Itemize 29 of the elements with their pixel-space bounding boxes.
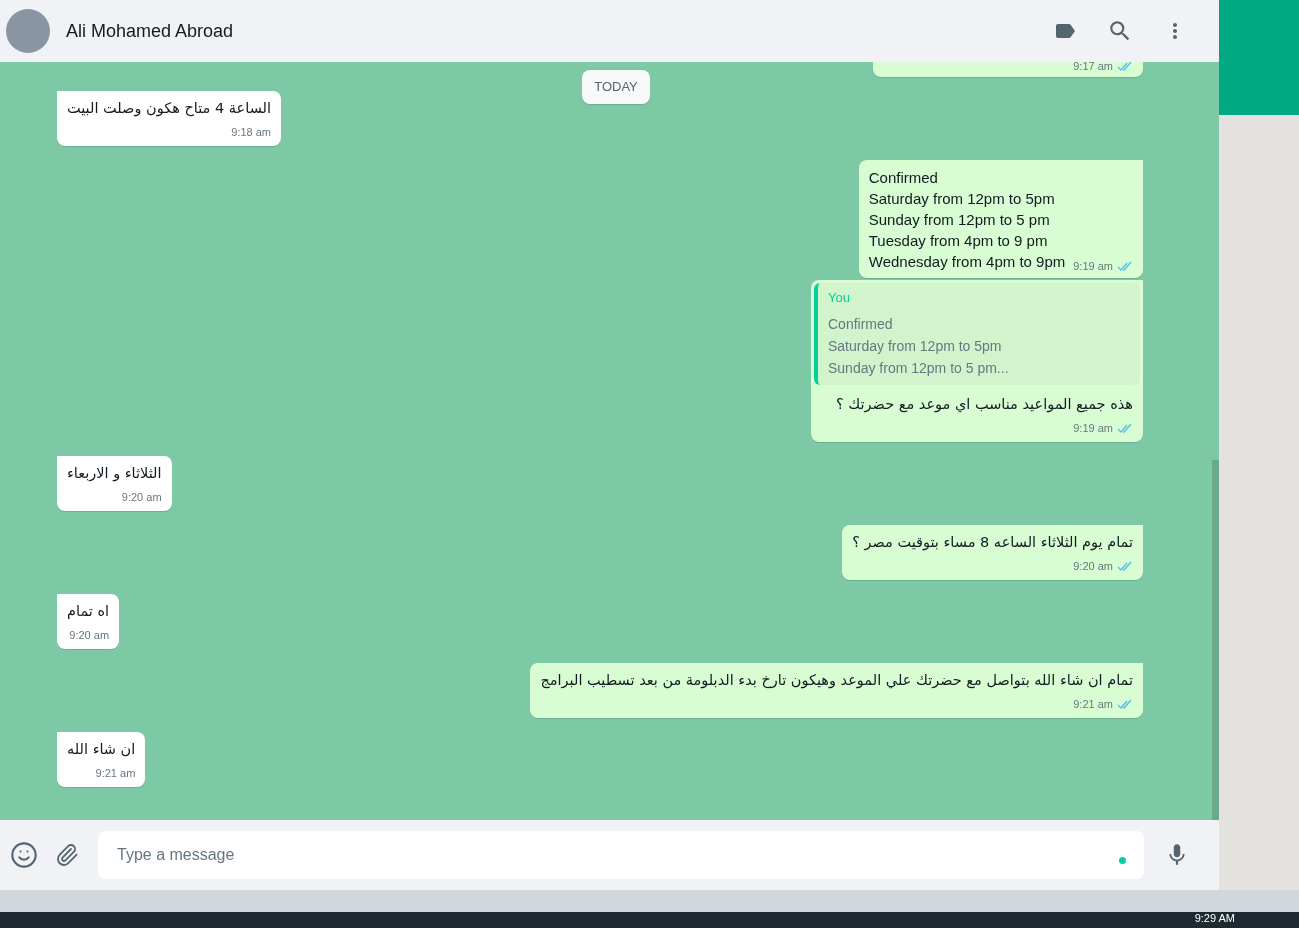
message-time: 9:21 am bbox=[1073, 697, 1113, 712]
message-time: 9:20 am bbox=[69, 628, 110, 643]
quoted-message[interactable]: You Confirmed Saturday from 12pm to 5pm Sunday from 12pm to 5 pm... bbox=[814, 283, 1140, 385]
contact-name[interactable]: Ali Mohamed Abroad bbox=[66, 17, 234, 45]
paperclip-icon[interactable] bbox=[55, 843, 79, 867]
emoji-icon[interactable] bbox=[10, 841, 38, 869]
message-text: هذه جميع المواعيد مناسب اي موعد مع حضرتك ؟ bbox=[836, 395, 1133, 415]
scrollbar-thumb[interactable] bbox=[1212, 460, 1219, 820]
message-text: Confirmed Saturday from 12pm to 5pm Sunday from 12pm to 5 pm Tuesday from 4pm to 9 pm Wednesday from 4pm to 9pm bbox=[868, 168, 1066, 272]
message-time: 9:18 am bbox=[231, 125, 272, 140]
taskbar-clock[interactable]: 9:29 AM bbox=[1194, 912, 1235, 928]
quote-line: Sunday from 12pm to 5 pm... bbox=[828, 359, 1010, 378]
message-text: اه تمام bbox=[67, 602, 110, 621]
avatar-photo-placeholder[interactable] bbox=[6, 9, 50, 53]
message-time: 9:17 am bbox=[1073, 62, 1113, 74]
message-text: ان شاء الله bbox=[67, 740, 136, 759]
message-text: تمام يوم الثلاثاء الساعه 8 مساء بتوقيت مصر ؟ bbox=[852, 533, 1133, 553]
message-time: 9:20 am bbox=[121, 490, 162, 505]
quote-line: Confirmed bbox=[828, 315, 894, 334]
message-text: الثلاثاء و الاربعاء bbox=[67, 464, 162, 484]
message-time: 9:20 am bbox=[1073, 559, 1113, 574]
quote-author: You bbox=[828, 289, 851, 307]
message-time: 9:21 am bbox=[95, 766, 136, 781]
quote-line: Saturday from 12pm to 5pm bbox=[828, 337, 1003, 356]
message-text: تمام ان شاء الله بتواصل مع حضرتك علي الموعد وهيكون تارخ بدء الدبلومة من بعد تسطيب البرامج bbox=[540, 671, 1133, 691]
message-time: 9:19 am bbox=[1073, 421, 1113, 436]
message-time: 9:19 am bbox=[1073, 259, 1113, 274]
message-text: الساعة 4 متاح هكون وصلت البيت bbox=[67, 99, 272, 119]
message-input-field[interactable]: Type a message bbox=[98, 831, 1144, 879]
